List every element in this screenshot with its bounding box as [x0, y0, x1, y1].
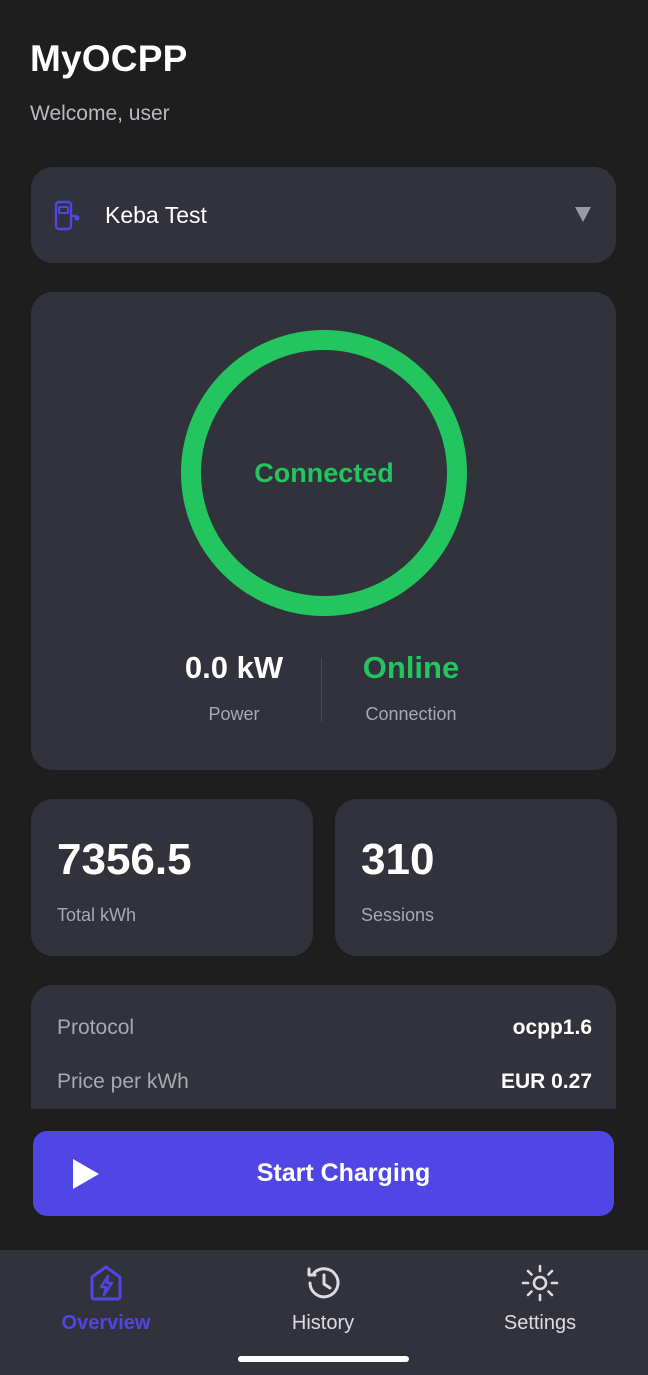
status-card: Connected 0.0 kW Power Online Connection: [31, 292, 616, 770]
info-row-protocol: Protocol ocpp1.6: [57, 1013, 592, 1043]
info-key: Protocol: [57, 1016, 135, 1039]
connection-value: Online: [362, 650, 460, 685]
connection-label: Connection: [365, 704, 457, 724]
charger-selector[interactable]: Keba Test: [31, 167, 616, 263]
info-key: Price per kWh: [57, 1070, 189, 1093]
app-title: MyOCPP: [30, 38, 188, 79]
connection-stat: Online Connection: [321, 650, 501, 725]
info-card: Protocol ocpp1.6 Price per kWh EUR 0.27: [31, 985, 616, 1109]
welcome-text: Welcome, user: [30, 102, 170, 125]
start-charging-button[interactable]: Start Charging: [33, 1131, 614, 1216]
bottom-nav: Overview History Settings: [0, 1250, 648, 1375]
status-ring-label: Connected: [254, 457, 394, 488]
bolt-house-icon: [26, 1264, 186, 1302]
charger-name: Keba Test: [105, 202, 207, 228]
nav-item-overview[interactable]: Overview: [26, 1264, 186, 1335]
info-value: EUR 0.27: [500, 1070, 592, 1093]
sessions-label: Sessions: [361, 905, 435, 925]
home-indicator: [238, 1356, 409, 1362]
start-charging-label: Start Charging: [256, 1159, 431, 1187]
sessions-tile: 310 Sessions: [335, 799, 617, 956]
nav-label-settings: Settings: [503, 1312, 577, 1334]
sun-gear-icon: [460, 1264, 620, 1302]
total-kwh-value: 7356.5: [57, 835, 192, 884]
info-value: ocpp1.6: [512, 1016, 592, 1039]
nav-label-history: History: [291, 1312, 355, 1334]
info-row-price: Price per kWh EUR 0.27: [57, 1067, 592, 1097]
total-kwh-label: Total kWh: [57, 905, 137, 925]
total-kwh-tile: 7356.5 Total kWh: [31, 799, 313, 956]
nav-item-settings[interactable]: Settings: [460, 1264, 620, 1335]
history-icon: [243, 1264, 403, 1302]
power-stat: 0.0 kW Power: [144, 650, 324, 725]
nav-item-history[interactable]: History: [243, 1264, 403, 1335]
chevron-down-icon[interactable]: [574, 205, 592, 223]
nav-label-overview: Overview: [61, 1312, 151, 1334]
power-label: Power: [208, 704, 260, 724]
charger-icon: [53, 200, 81, 237]
sessions-value: 310: [361, 835, 435, 884]
power-value: 0.0 kW: [184, 650, 284, 685]
